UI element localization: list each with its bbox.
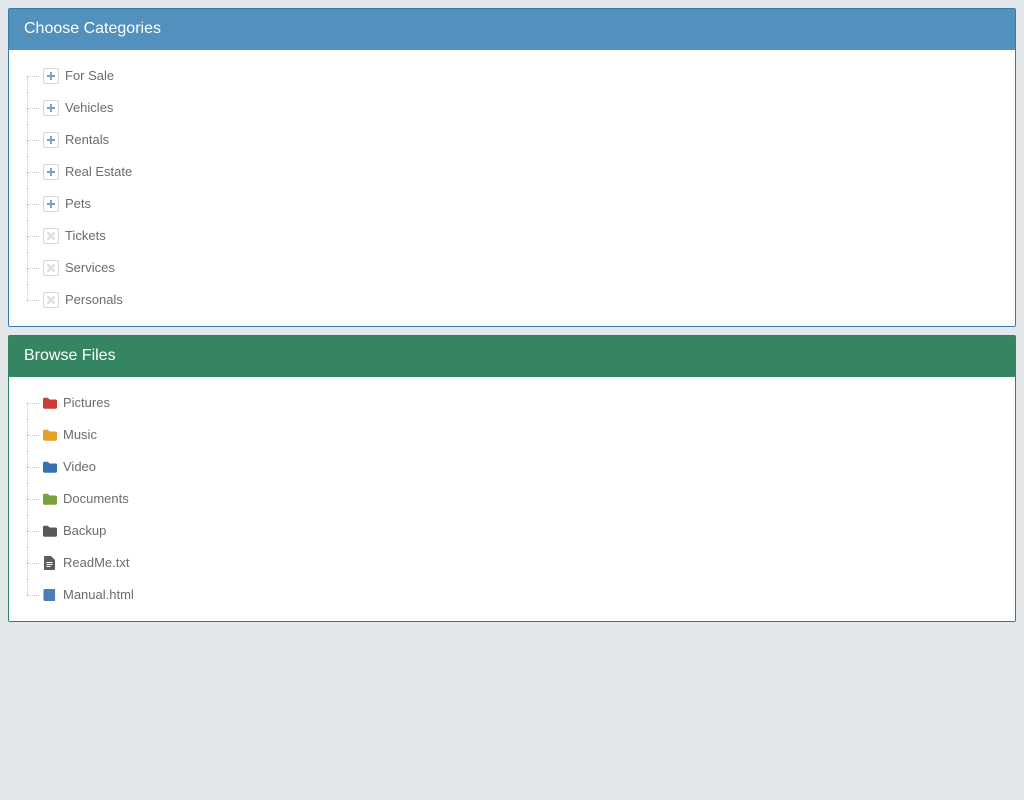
file-label: Documents — [63, 491, 129, 507]
tree-row[interactable]: Pictures — [43, 395, 1009, 411]
file-label: ReadMe.txt — [63, 555, 129, 571]
category-label: Tickets — [65, 228, 106, 244]
leaf-icon[interactable] — [43, 260, 59, 276]
tree-row[interactable]: Real Estate — [43, 164, 1009, 180]
tree-row[interactable]: Manual.html — [43, 587, 1009, 603]
book-icon — [43, 588, 57, 602]
tree-row[interactable]: Services — [43, 260, 1009, 276]
tree-row[interactable]: Personals — [43, 292, 1009, 308]
plus-icon — [47, 136, 55, 144]
category-item-pets: Pets — [27, 188, 1009, 220]
plus-icon — [47, 200, 55, 208]
x-icon — [46, 295, 56, 305]
file-item-pictures: Pictures — [27, 387, 1009, 419]
expand-icon[interactable] — [43, 132, 59, 148]
expand-icon[interactable] — [43, 68, 59, 84]
category-item-rentals: Rentals — [27, 124, 1009, 156]
x-icon — [46, 263, 56, 273]
category-label: Vehicles — [65, 100, 113, 116]
files-tree: Pictures Music Video — [15, 387, 1009, 611]
file-label: Music — [63, 427, 97, 443]
file-label: Manual.html — [63, 587, 134, 603]
file-item-music: Music — [27, 419, 1009, 451]
tree-row[interactable]: Tickets — [43, 228, 1009, 244]
file-item-video: Video — [27, 451, 1009, 483]
file-item-manual: Manual.html — [27, 579, 1009, 611]
category-item-services: Services — [27, 252, 1009, 284]
leaf-icon[interactable] — [43, 292, 59, 308]
x-icon — [46, 231, 56, 241]
files-panel-title: Browse Files — [24, 347, 116, 364]
expand-icon[interactable] — [43, 100, 59, 116]
file-item-readme: ReadMe.txt — [27, 547, 1009, 579]
folder-icon — [43, 460, 57, 474]
plus-icon — [47, 72, 55, 80]
tree-row[interactable]: Backup — [43, 523, 1009, 539]
category-label: Pets — [65, 196, 91, 212]
tree-row[interactable]: Documents — [43, 491, 1009, 507]
file-item-backup: Backup — [27, 515, 1009, 547]
tree-row[interactable]: Vehicles — [43, 100, 1009, 116]
category-label: For Sale — [65, 68, 114, 84]
tree-row[interactable]: Video — [43, 459, 1009, 475]
category-label: Services — [65, 260, 115, 276]
expand-icon[interactable] — [43, 164, 59, 180]
categories-panel-title: Choose Categories — [24, 20, 161, 37]
plus-icon — [47, 104, 55, 112]
category-item-for-sale: For Sale — [27, 60, 1009, 92]
files-panel-body: Pictures Music Video — [9, 377, 1015, 621]
file-label: Pictures — [63, 395, 110, 411]
plus-icon — [47, 168, 55, 176]
categories-panel: Choose Categories For Sale Vehicles Rent… — [8, 8, 1016, 327]
expand-icon[interactable] — [43, 196, 59, 212]
leaf-icon[interactable] — [43, 228, 59, 244]
category-label: Personals — [65, 292, 123, 308]
category-item-tickets: Tickets — [27, 220, 1009, 252]
tree-row[interactable]: Rentals — [43, 132, 1009, 148]
tree-row[interactable]: For Sale — [43, 68, 1009, 84]
file-label: Video — [63, 459, 96, 475]
file-label: Backup — [63, 523, 106, 539]
category-item-personals: Personals — [27, 284, 1009, 316]
folder-icon — [43, 492, 57, 506]
category-item-real-estate: Real Estate — [27, 156, 1009, 188]
file-text-icon — [43, 556, 57, 570]
categories-tree: For Sale Vehicles Rentals Real Estate — [15, 60, 1009, 316]
tree-row[interactable]: Music — [43, 427, 1009, 443]
categories-panel-body: For Sale Vehicles Rentals Real Estate — [9, 50, 1015, 326]
folder-icon — [43, 428, 57, 442]
file-item-documents: Documents — [27, 483, 1009, 515]
folder-icon — [43, 524, 57, 538]
category-label: Rentals — [65, 132, 109, 148]
categories-panel-heading: Choose Categories — [9, 9, 1015, 50]
files-panel: Browse Files Pictures Music — [8, 335, 1016, 622]
category-item-vehicles: Vehicles — [27, 92, 1009, 124]
folder-icon — [43, 396, 57, 410]
category-label: Real Estate — [65, 164, 132, 180]
files-panel-heading: Browse Files — [9, 336, 1015, 377]
tree-row[interactable]: ReadMe.txt — [43, 555, 1009, 571]
tree-row[interactable]: Pets — [43, 196, 1009, 212]
